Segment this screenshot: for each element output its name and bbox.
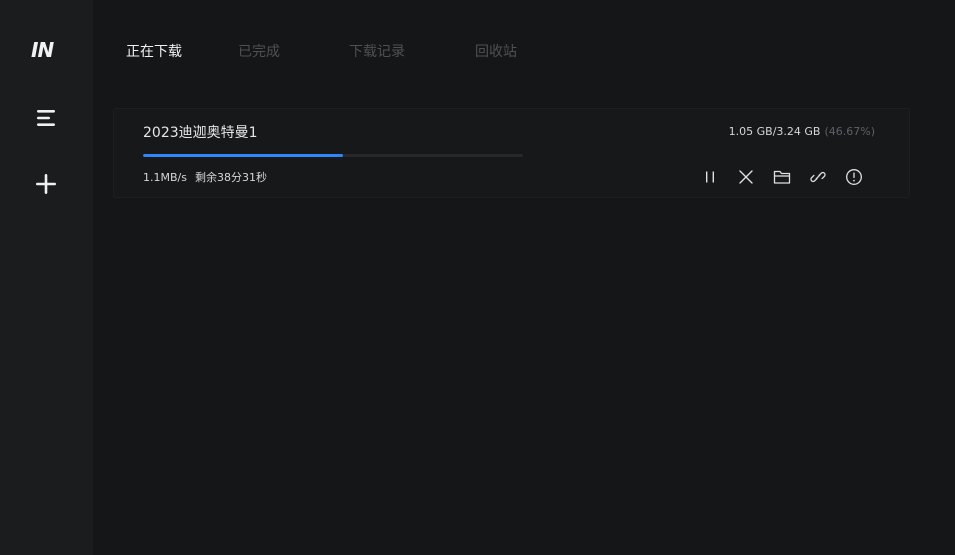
pause-icon bbox=[703, 170, 717, 184]
app-logo: IN bbox=[31, 38, 54, 62]
menu-button[interactable] bbox=[30, 104, 62, 136]
copy-link-button[interactable] bbox=[808, 167, 828, 187]
menu-icon bbox=[35, 109, 57, 131]
progress-bar bbox=[143, 154, 523, 157]
download-speed: 1.1MB/s bbox=[143, 171, 187, 184]
open-folder-button[interactable] bbox=[772, 167, 792, 187]
tab-history[interactable]: 下载记录 bbox=[349, 43, 475, 61]
folder-icon bbox=[773, 169, 791, 185]
progress-fill bbox=[143, 154, 343, 157]
time-remaining: 剩余38分31秒 bbox=[194, 171, 267, 184]
info-icon bbox=[845, 168, 863, 186]
tab-bar: 正在下载 已完成 下载记录 回收站 bbox=[126, 43, 517, 61]
tab-downloading[interactable]: 正在下载 bbox=[126, 43, 238, 61]
close-icon bbox=[738, 169, 754, 185]
add-download-button[interactable] bbox=[30, 170, 62, 202]
tab-recycle-bin[interactable]: 回收站 bbox=[475, 43, 517, 61]
cancel-button[interactable] bbox=[736, 167, 756, 187]
download-size: 1.05 GB/3.24 GB (46.67%) bbox=[729, 125, 875, 139]
download-name: 2023迪迦奥特曼1 bbox=[143, 125, 258, 141]
download-status: 1.1MB/s 剩余38分31秒 bbox=[143, 171, 267, 185]
pause-button[interactable] bbox=[700, 167, 720, 187]
plus-icon bbox=[35, 173, 57, 199]
link-icon bbox=[810, 169, 826, 185]
main-panel: 正在下载 已完成 下载记录 回收站 2023迪迦奥特曼1 1.1MB/s 剩余38… bbox=[93, 0, 955, 555]
sidebar: IN bbox=[0, 0, 93, 555]
download-actions bbox=[700, 167, 880, 187]
app-window: IN 正在下载 已完成 下载记录 回收站 2023迪迦奥特曼1 1.1MB/s … bbox=[0, 0, 955, 555]
size-text: 1.05 GB/3.24 GB bbox=[728, 125, 821, 138]
tab-completed[interactable]: 已完成 bbox=[238, 43, 349, 61]
info-button[interactable] bbox=[844, 167, 864, 187]
percent-text: (46.67%) bbox=[824, 125, 875, 138]
download-item[interactable]: 2023迪迦奥特曼1 1.1MB/s 剩余38分31秒 1.05 GB/3.24 … bbox=[113, 108, 910, 198]
